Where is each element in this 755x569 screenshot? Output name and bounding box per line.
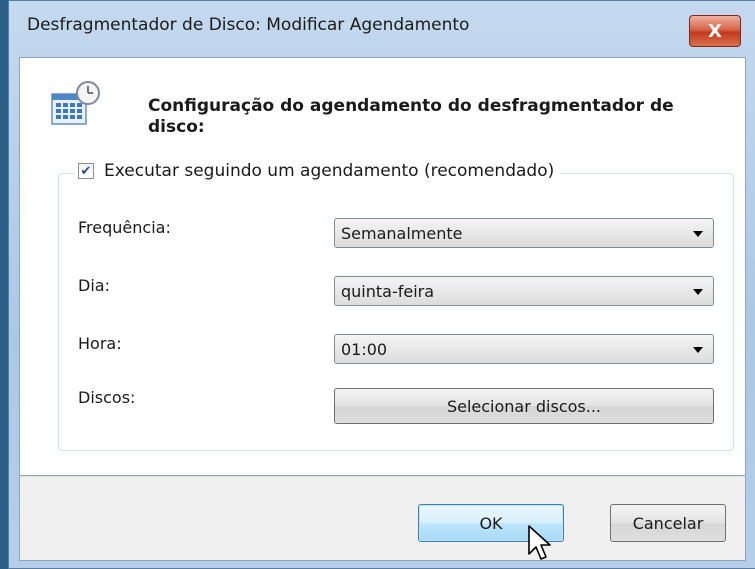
schedule-checkbox-row[interactable]: ✔ Executar seguindo um agendamento (reco…: [74, 161, 561, 181]
dialog-window: Desfragmentador de Disco: Modificar Agen…: [8, 0, 755, 569]
checkmark-icon: ✔: [80, 163, 92, 179]
time-dropdown[interactable]: 01:00: [334, 334, 714, 364]
time-label: Hora:: [78, 334, 122, 353]
select-disks-button[interactable]: Selecionar discos...: [334, 388, 714, 424]
dropdown-arrow-icon: [693, 347, 703, 353]
day-label: Dia:: [78, 276, 110, 295]
frequency-label: Frequência:: [78, 218, 171, 237]
mouse-cursor-icon: [528, 525, 551, 560]
dropdown-arrow-icon: [693, 231, 703, 237]
day-value: quinta-feira: [341, 282, 435, 301]
dialog-content: Configuração do agendamento do desfragme…: [19, 57, 746, 476]
close-button[interactable]: X: [689, 15, 741, 47]
frequency-value: Semanalmente: [341, 224, 463, 243]
dialog-heading: Configuração do agendamento do desfragme…: [148, 96, 674, 137]
dialog-footer: OK Cancelar: [19, 476, 746, 561]
window-title: Desfragmentador de Disco: Modificar Agen…: [27, 15, 470, 35]
schedule-checkbox-label: Executar seguindo um agendamento (recome…: [104, 161, 555, 181]
calendar-clock-icon: [51, 81, 100, 125]
frequency-dropdown[interactable]: Semanalmente: [334, 218, 714, 248]
cancel-button[interactable]: Cancelar: [610, 504, 726, 542]
close-icon: X: [708, 20, 722, 42]
disks-label: Discos:: [78, 388, 136, 407]
time-value: 01:00: [341, 340, 388, 359]
dropdown-arrow-icon: [693, 289, 703, 295]
day-dropdown[interactable]: quinta-feira: [334, 276, 714, 306]
schedule-checkbox[interactable]: ✔: [78, 163, 94, 179]
